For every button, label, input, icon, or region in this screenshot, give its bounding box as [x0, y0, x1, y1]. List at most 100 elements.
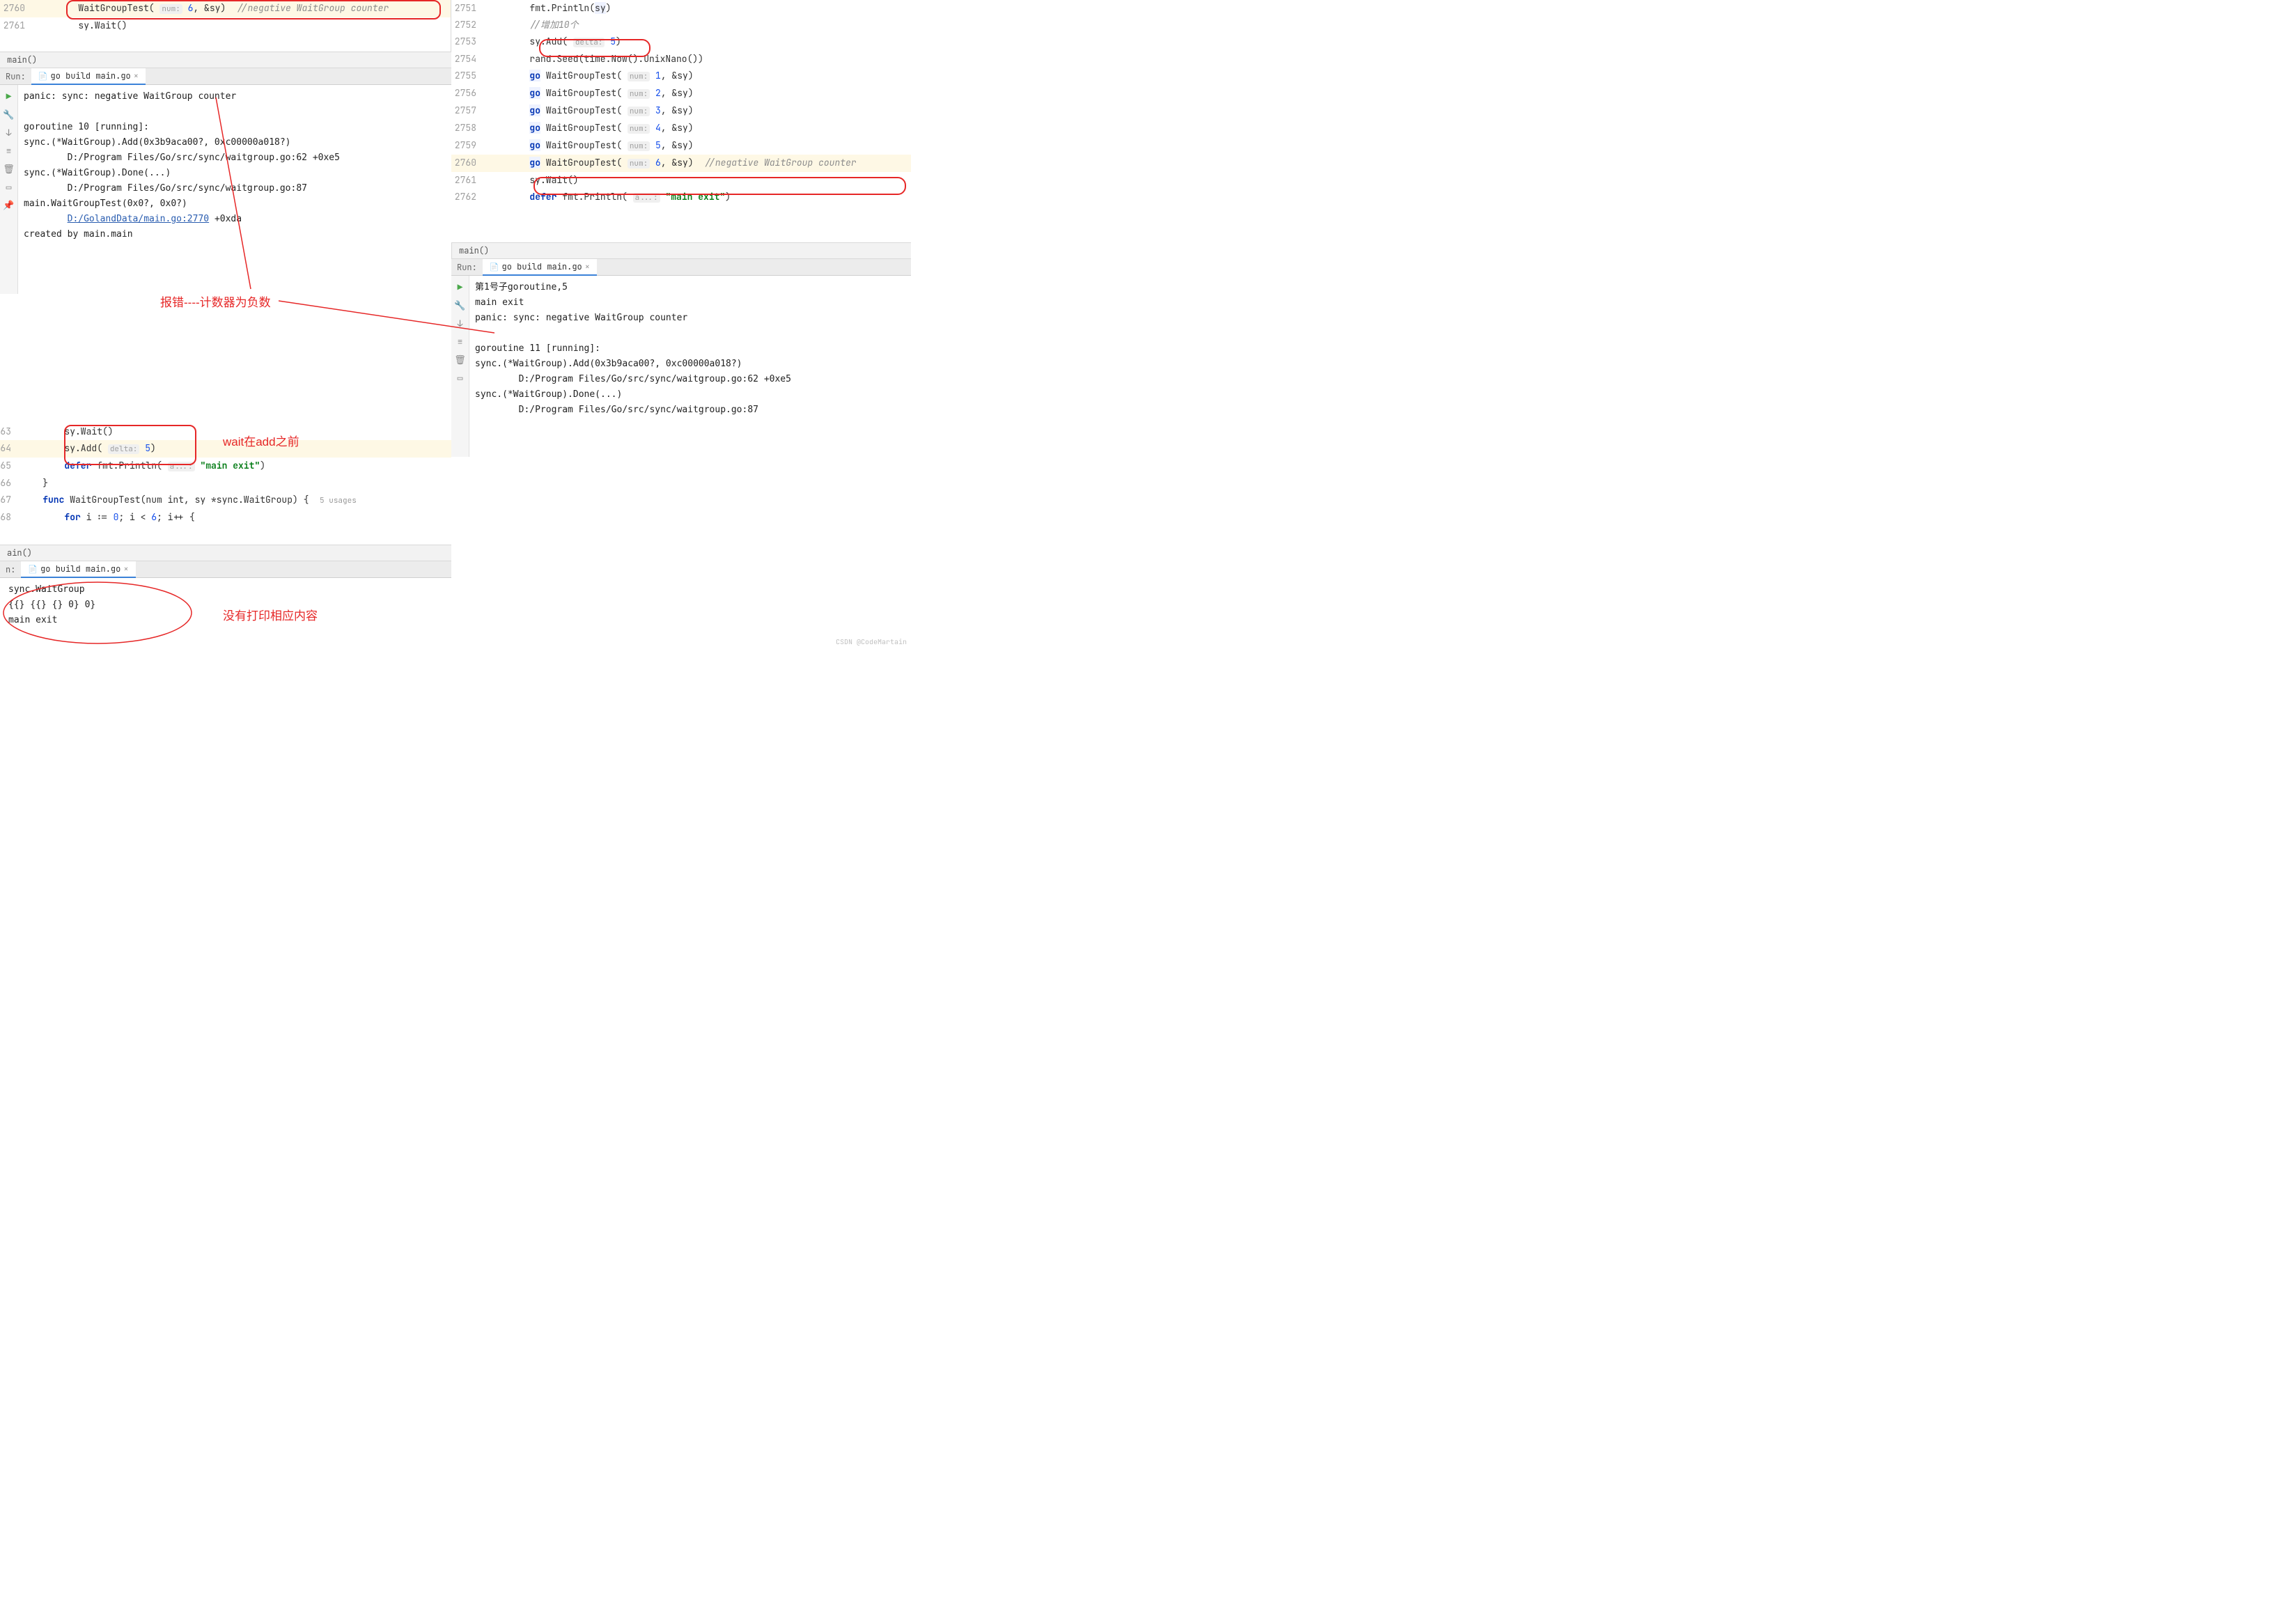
- code-line[interactable]: 2751 fmt.Println(sy): [451, 0, 911, 17]
- annotation-text-3: 没有打印相应内容: [223, 606, 318, 623]
- line-number: 2761: [451, 173, 486, 188]
- line-number: 63: [0, 424, 21, 439]
- output-line: sync.WaitGroup: [8, 582, 446, 598]
- run-toolbar-right: ▶ 🔧 ↓ ≡ 🗑 ▭: [451, 276, 469, 457]
- output-line: main exit: [475, 295, 905, 311]
- run-header-right: Run: go build main.go ×: [451, 259, 911, 276]
- code-line[interactable]: 2752 //增加10个: [451, 17, 911, 33]
- code-line[interactable]: 2753 sy.Add( delta: 5): [451, 33, 911, 51]
- code-line[interactable]: 2757 go WaitGroupTest( num: 3, &sy): [451, 102, 911, 120]
- run-tab[interactable]: go build main.go ×: [21, 561, 135, 578]
- output-line: created by main.main: [24, 227, 446, 242]
- code-line[interactable]: 2755 go WaitGroupTest( num: 1, &sy): [451, 68, 911, 85]
- trash-icon[interactable]: 🗑: [455, 354, 466, 365]
- layout-icon[interactable]: ≡: [3, 145, 15, 156]
- run-toolbar: ▶ 🔧 ↓ ≡ 🗑 ▭ 📌: [0, 85, 18, 294]
- output-line: goroutine 11 [running]:: [475, 341, 905, 357]
- line-number: 2757: [451, 103, 486, 118]
- line-number: 2758: [451, 120, 486, 136]
- line-number: 2760: [0, 1, 35, 16]
- stacktrace-link[interactable]: D:/GolandData/main.go:2770: [68, 214, 210, 224]
- overflow-icon[interactable]: ▭: [3, 181, 15, 192]
- run-output-bottom[interactable]: sync.WaitGroup{{} {{} {} 0} 0}main exit: [0, 578, 451, 632]
- code-line[interactable]: 2761 sy.Wait(): [0, 17, 451, 34]
- output-line: sync.(*WaitGroup).Done(...): [475, 387, 905, 403]
- play-icon[interactable]: ▶: [455, 281, 466, 292]
- code-line[interactable]: 2761 sy.Wait(): [451, 172, 911, 189]
- output-line: [24, 104, 446, 120]
- wrench-icon[interactable]: 🔧: [455, 299, 466, 311]
- watermark: CSDN @CodeMartain: [836, 637, 907, 646]
- close-icon[interactable]: ×: [585, 261, 590, 272]
- code-line[interactable]: 2760 go WaitGroupTest( num: 6, &sy) //ne…: [451, 155, 911, 172]
- file-icon: [38, 70, 48, 81]
- code-editor-right[interactable]: 2751 fmt.Println(sy)2752 //增加10个2753 sy.…: [451, 0, 911, 206]
- code-line[interactable]: 2756 go WaitGroupTest( num: 2, &sy): [451, 85, 911, 102]
- run-header-left: Run: go build main.go ×: [0, 68, 451, 85]
- layout-icon[interactable]: ≡: [455, 336, 466, 347]
- wrench-icon[interactable]: 🔧: [3, 109, 15, 120]
- run-label: n:: [0, 564, 21, 575]
- overflow-icon[interactable]: ▭: [455, 372, 466, 383]
- run-output-right[interactable]: 第1号子goroutine,5main exitpanic: sync: neg…: [469, 276, 911, 457]
- output-line: D:/Program Files/Go/src/sync/waitgroup.g…: [475, 372, 905, 387]
- line-number: 2753: [451, 34, 486, 49]
- file-icon: [490, 261, 499, 272]
- run-output-left[interactable]: panic: sync: negative WaitGroup counter …: [18, 85, 451, 294]
- output-line: sync.(*WaitGroup).Done(...): [24, 166, 446, 181]
- output-line: sync.(*WaitGroup).Add(0x3b9aca00?, 0xc00…: [24, 135, 446, 150]
- code-line[interactable]: 2759 go WaitGroupTest( num: 5, &sy): [451, 137, 911, 155]
- line-number: 2755: [451, 68, 486, 84]
- line-number: 67: [0, 492, 21, 508]
- code-line[interactable]: [0, 34, 451, 51]
- file-icon: [28, 563, 38, 575]
- code-line[interactable]: 2762 defer fmt.Println( a...: "main exit…: [451, 189, 911, 206]
- code-line[interactable]: 2758 go WaitGroupTest( num: 4, &sy): [451, 120, 911, 137]
- output-line: panic: sync: negative WaitGroup counter: [475, 311, 905, 326]
- code-line[interactable]: 67 func WaitGroupTest(num int, sy *sync.…: [0, 492, 451, 509]
- line-number: 65: [0, 458, 21, 474]
- line-number: 2760: [451, 155, 486, 171]
- breadcrumb-bottom[interactable]: ain(): [0, 545, 451, 561]
- run-tab-label: go build main.go: [502, 261, 582, 272]
- run-tab[interactable]: go build main.go ×: [483, 259, 597, 276]
- line-number: 2752: [451, 17, 486, 33]
- down-icon[interactable]: ↓: [455, 318, 466, 329]
- annotation-text-1: 报错----计数器为负数: [160, 292, 271, 310]
- code-editor-top-left[interactable]: 2760 WaitGroupTest( num: 6, &sy) //negat…: [0, 0, 451, 52]
- output-line: D:/GolandData/main.go:2770 +0xda: [24, 212, 446, 227]
- line-number: 2751: [451, 1, 486, 16]
- line-number: 2762: [451, 189, 486, 205]
- run-tab-label: go build main.go: [51, 70, 131, 81]
- output-line: D:/Program Files/Go/src/sync/waitgroup.g…: [24, 150, 446, 166]
- annotation-text-2: wait在add之前: [223, 432, 299, 449]
- code-line[interactable]: 66 }: [0, 475, 451, 492]
- line-number: 66: [0, 476, 21, 491]
- run-label: Run:: [451, 262, 483, 273]
- line-number: 2754: [451, 52, 486, 67]
- line-number: 2761: [0, 18, 35, 33]
- breadcrumb-right[interactable]: main(): [451, 242, 911, 259]
- trash-icon[interactable]: 🗑: [3, 163, 15, 174]
- run-tab[interactable]: go build main.go ×: [31, 68, 146, 85]
- code-line[interactable]: 65 defer fmt.Println( a...: "main exit"): [0, 458, 451, 475]
- run-tab-label: go build main.go: [40, 563, 120, 575]
- output-line: sync.(*WaitGroup).Add(0x3b9aca00?, 0xc00…: [475, 357, 905, 372]
- line-number: 68: [0, 510, 21, 525]
- line-number: 64: [0, 441, 21, 456]
- code-line[interactable]: 2754 rand.Seed(time.Now().UnixNano()): [451, 51, 911, 68]
- output-line: [475, 326, 905, 341]
- close-icon[interactable]: ×: [134, 70, 139, 81]
- down-icon[interactable]: ↓: [3, 127, 15, 138]
- code-line[interactable]: 2760 WaitGroupTest( num: 6, &sy) //negat…: [0, 0, 451, 17]
- play-icon[interactable]: ▶: [3, 91, 15, 102]
- run-label: Run:: [0, 71, 31, 82]
- line-number: 2756: [451, 86, 486, 101]
- breadcrumb-left[interactable]: main(): [0, 52, 451, 68]
- run-header-bottom: n: go build main.go ×: [0, 561, 451, 578]
- line-number: 2759: [451, 138, 486, 153]
- output-line: main.WaitGroupTest(0x0?, 0x0?): [24, 196, 446, 212]
- code-line[interactable]: 68 for i := 0; i < 6; i++ {: [0, 509, 451, 526]
- pin-icon[interactable]: 📌: [3, 199, 15, 210]
- close-icon[interactable]: ×: [123, 563, 128, 575]
